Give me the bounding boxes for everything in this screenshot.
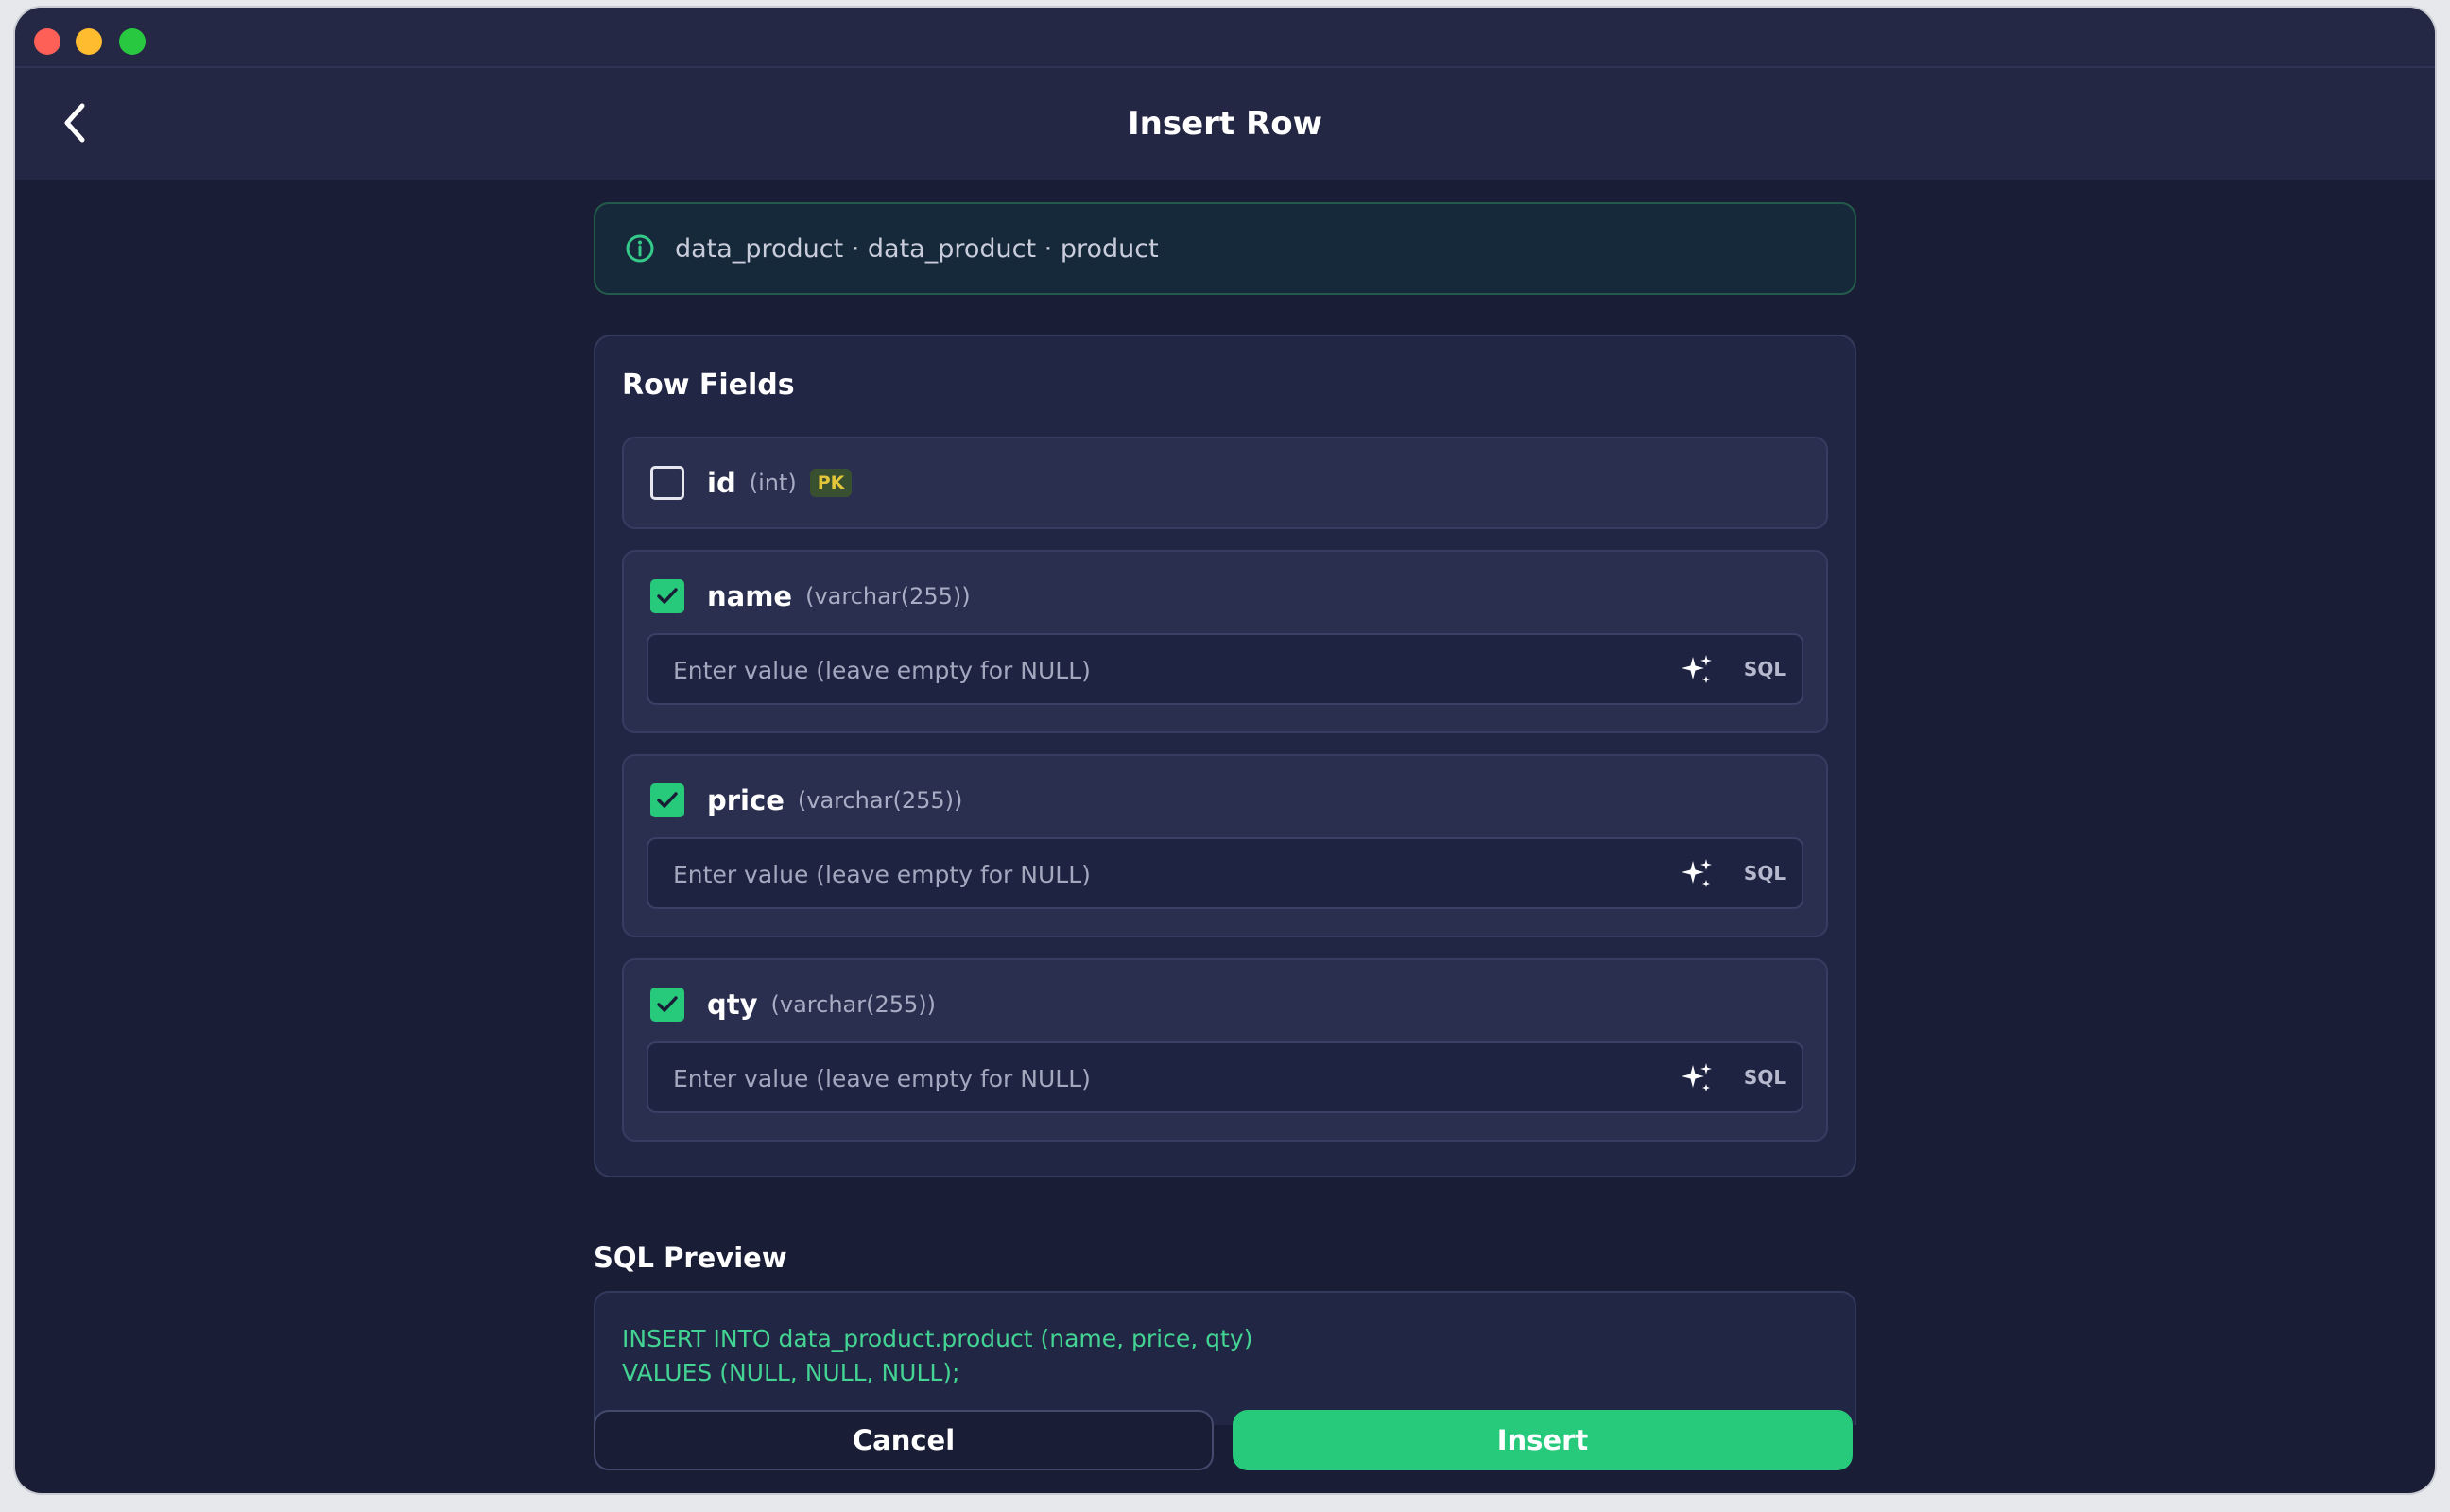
field-name: qty — [707, 988, 758, 1021]
checkmark-icon — [657, 996, 678, 1012]
sparkle-icon — [1682, 859, 1712, 887]
field-type: (int) — [749, 470, 797, 496]
page-header: Insert Row — [15, 68, 2435, 180]
primary-key-badge: PK — [809, 469, 853, 497]
sql-preview-line: INSERT INTO data_product.product (name, … — [622, 1325, 1253, 1352]
sql-preview-box: INSERT INTO data_product.product (name, … — [594, 1291, 1856, 1425]
window-titlebar — [15, 8, 2435, 68]
table-path-banner: data_product · data_product · product — [594, 202, 1856, 295]
minimize-window-button[interactable] — [76, 28, 102, 55]
field-header: qty (varchar(255)) — [650, 960, 936, 1049]
field-card-price: price (varchar(255)) SQL — [622, 754, 1828, 937]
sql-expression-button[interactable]: SQL — [1735, 650, 1794, 688]
field-name: name — [707, 580, 793, 612]
zoom-window-button[interactable] — [119, 28, 146, 55]
field-header: id (int) PK — [650, 438, 853, 527]
field-card-qty: qty (varchar(255)) SQL — [622, 958, 1828, 1142]
name-value-input[interactable] — [648, 635, 1658, 705]
value-input-container: SQL — [647, 1041, 1803, 1113]
field-checkbox-qty[interactable] — [650, 988, 684, 1022]
ai-fill-button[interactable] — [1679, 1060, 1715, 1096]
ai-fill-button[interactable] — [1679, 856, 1715, 892]
row-fields-title: Row Fields — [622, 369, 795, 402]
row-fields-panel: Row Fields id (int) PK name (varchar(255… — [594, 335, 1856, 1177]
sql-preview-line: VALUES (NULL, NULL, NULL); — [622, 1359, 960, 1386]
insert-button[interactable]: Insert — [1233, 1410, 1853, 1470]
field-card-id: id (int) PK — [622, 437, 1828, 529]
price-value-input[interactable] — [648, 839, 1658, 909]
qty-value-input[interactable] — [648, 1043, 1658, 1113]
field-name: price — [707, 784, 785, 816]
field-checkbox-price[interactable] — [650, 783, 684, 817]
field-header: price (varchar(255)) — [650, 756, 962, 845]
back-button[interactable] — [49, 96, 102, 149]
field-checkbox-name[interactable] — [650, 579, 684, 613]
sql-preview-title: SQL Preview — [594, 1242, 787, 1274]
info-icon — [624, 232, 656, 265]
cancel-button[interactable]: Cancel — [594, 1410, 1214, 1470]
field-header: name (varchar(255)) — [650, 552, 971, 641]
app-window: Insert Row data_product · data_product ·… — [15, 8, 2435, 1493]
chevron-left-icon — [64, 103, 85, 143]
sql-expression-button[interactable]: SQL — [1735, 1058, 1794, 1096]
checkmark-icon — [657, 792, 678, 808]
field-type: (varchar(255)) — [805, 583, 971, 610]
sparkle-icon — [1682, 655, 1712, 683]
ai-fill-button[interactable] — [1679, 652, 1715, 688]
field-type: (varchar(255)) — [797, 787, 963, 814]
sparkle-icon — [1682, 1063, 1712, 1091]
checkmark-icon — [657, 588, 678, 604]
close-window-button[interactable] — [34, 28, 60, 55]
field-checkbox-id[interactable] — [650, 466, 684, 500]
page-title: Insert Row — [1128, 105, 1322, 143]
table-path-text: data_product · data_product · product — [675, 233, 1159, 264]
sql-expression-button[interactable]: SQL — [1735, 854, 1794, 892]
value-input-container: SQL — [647, 633, 1803, 705]
field-name: id — [707, 467, 736, 499]
field-type: (varchar(255)) — [770, 991, 937, 1018]
field-card-name: name (varchar(255)) SQL — [622, 550, 1828, 733]
value-input-container: SQL — [647, 837, 1803, 909]
